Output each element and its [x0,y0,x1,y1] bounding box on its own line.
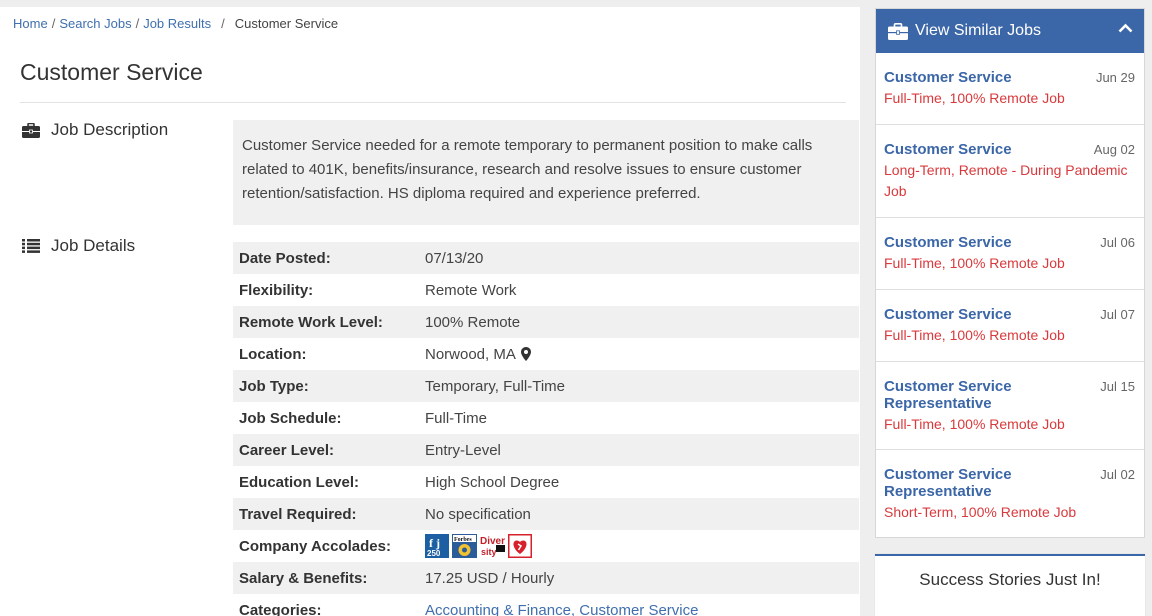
category-link-customer-service[interactable]: Customer Service [579,602,698,616]
similar-job-title[interactable]: Customer Service [884,69,1059,86]
breadcrumb-home[interactable]: Home [13,16,48,31]
similar-job-date: Jul 02 [1100,467,1135,482]
detail-row-education-level: Education Level: High School Degree [233,466,859,498]
similar-job-date: Jul 15 [1100,379,1135,394]
detail-row-location: Location: Norwood, MA [233,338,859,370]
list-icon [22,239,40,253]
similar-job-title[interactable]: Customer Service Representative [884,378,1059,412]
detail-label: Job Schedule: [239,409,342,427]
title-divider [20,102,846,103]
similar-jobs-title: View Similar Jobs [915,22,1041,39]
detail-row-categories: Categories: Accounting & Finance, Custom… [233,594,859,616]
job-details-heading: Job Details [22,236,135,256]
detail-value: Remote Work [425,281,517,299]
similar-job-meta: Short-Term, 100% Remote Job [884,504,1077,520]
detail-row-flexibility: Flexibility: Remote Work [233,274,859,306]
heart-icon[interactable] [508,534,532,558]
category-link-accounting-finance[interactable]: Accounting & Finance [425,602,571,616]
detail-value: Temporary, Full-Time [425,377,566,395]
similar-job-item[interactable]: Customer Service Jun 29 Full-Time, 100% … [876,53,1144,125]
success-stories-title: Success Stories Just In! [919,570,1101,589]
similar-job-date: Jul 07 [1100,307,1135,322]
job-description-text: Customer Service needed for a remote tem… [233,120,859,225]
detail-label: Date Posted: [239,249,331,267]
job-details-table: Date Posted: 07/13/20 Flexibility: Remot… [233,242,859,616]
detail-value: High School Degree [425,473,560,491]
detail-row-remote-level: Remote Work Level: 100% Remote [233,306,859,338]
breadcrumb-separator: / [51,16,56,31]
similar-job-title[interactable]: Customer Service [884,306,1059,323]
similar-job-title[interactable]: Customer Service [884,141,1059,158]
fj-250-icon[interactable]: f j 250 [425,534,449,558]
svg-text:j: j [435,536,440,550]
detail-row-job-type: Job Type: Temporary, Full-Time [233,370,859,402]
detail-row-company-accolades: Company Accolades: f j 250 Forbes Diver … [233,530,859,562]
similar-jobs-header[interactable]: View Similar Jobs [876,9,1144,53]
similar-job-date: Aug 02 [1093,142,1135,157]
similar-job-title[interactable]: Customer Service Representative [884,466,1059,500]
detail-label: Remote Work Level: [239,313,383,331]
page-title: Customer Service [20,59,203,85]
detail-label: Salary & Benefits: [239,569,368,587]
section-label: Job Description [51,120,169,139]
detail-row-date-posted: Date Posted: 07/13/20 [233,242,859,274]
location-text: Norwood, MA [425,345,516,363]
breadcrumb-job-results[interactable]: Job Results [143,16,211,31]
detail-row-salary: Salary & Benefits: 17.25 USD / Hourly [233,562,859,594]
detail-label: Location: [239,345,307,363]
briefcase-icon [888,22,908,40]
section-label: Job Details [51,236,136,255]
detail-label: Categories: [239,601,322,616]
success-stories-panel: Success Stories Just In! [875,554,1145,616]
similar-jobs-panel: View Similar Jobs Customer Service Jun 2… [875,8,1145,538]
detail-row-job-schedule: Job Schedule: Full-Time [233,402,859,434]
similar-job-meta: Full-Time, 100% Remote Job [884,327,1065,343]
similar-job-date: Jun 29 [1095,70,1135,85]
detail-value: 07/13/20 [425,249,484,267]
detail-label: Company Accolades: [239,537,391,555]
detail-row-career-level: Career Level: Entry-Level [233,434,859,466]
similar-job-item[interactable]: Customer Service Aug 02 Long-Term, Remot… [876,125,1144,218]
diversity-icon[interactable]: Diver sity [480,534,505,558]
similar-job-item[interactable]: Customer Service Jul 06 Full-Time, 100% … [876,218,1144,290]
breadcrumb-current: Customer Service [234,16,339,31]
categories-value: Accounting & Finance, Customer Service [425,602,698,616]
similar-job-meta: Full-Time, 100% Remote Job [884,90,1065,106]
breadcrumb: Home / Search Jobs / Job Results / Customer Se… [13,16,338,31]
breadcrumb-separator: / [135,16,140,31]
detail-value: 100% Remote [425,313,521,331]
detail-label: Job Type: [239,377,309,395]
detail-row-travel-required: Travel Required: No specification [233,498,859,530]
map-marker-icon[interactable] [520,347,531,361]
job-description-heading: Job Description [22,120,168,140]
main-content: Home / Search Jobs / Job Results / Customer Se… [0,7,860,616]
accolades-value: f j 250 Forbes Diver sity [425,534,532,558]
detail-value: Full-Time [425,409,487,427]
detail-value: 17.25 USD / Hourly [425,569,555,587]
similar-job-title[interactable]: Customer Service [884,234,1059,251]
breadcrumb-separator: / [221,16,225,31]
similar-job-meta: Long-Term, Remote - During Pandemic Job [884,162,1128,199]
detail-value: Entry-Level [425,441,501,459]
location-value: Norwood, MA [425,346,531,363]
detail-label: Travel Required: [239,505,357,523]
svg-text:sity: sity [481,547,497,557]
similar-job-item[interactable]: Customer Service Representative Jul 02 S… [876,450,1144,536]
detail-label: Education Level: [239,473,360,491]
similar-job-meta: Full-Time, 100% Remote Job [884,416,1065,432]
svg-text:Forbes: Forbes [454,537,472,543]
breadcrumb-search-jobs[interactable]: Search Jobs [59,16,131,31]
svg-text:250: 250 [427,549,441,558]
similar-job-date: Jul 06 [1100,235,1135,250]
forbes-icon[interactable]: Forbes [452,534,477,558]
detail-label: Career Level: [239,441,335,459]
similar-job-meta: Full-Time, 100% Remote Job [884,255,1065,271]
similar-job-item[interactable]: Customer Service Jul 07 Full-Time, 100% … [876,290,1144,362]
detail-label: Flexibility: [239,281,314,299]
briefcase-icon [22,122,40,138]
chevron-up-icon[interactable] [1118,23,1133,33]
similar-job-item[interactable]: Customer Service Representative Jul 15 F… [876,362,1144,450]
detail-value: No specification [425,505,531,523]
